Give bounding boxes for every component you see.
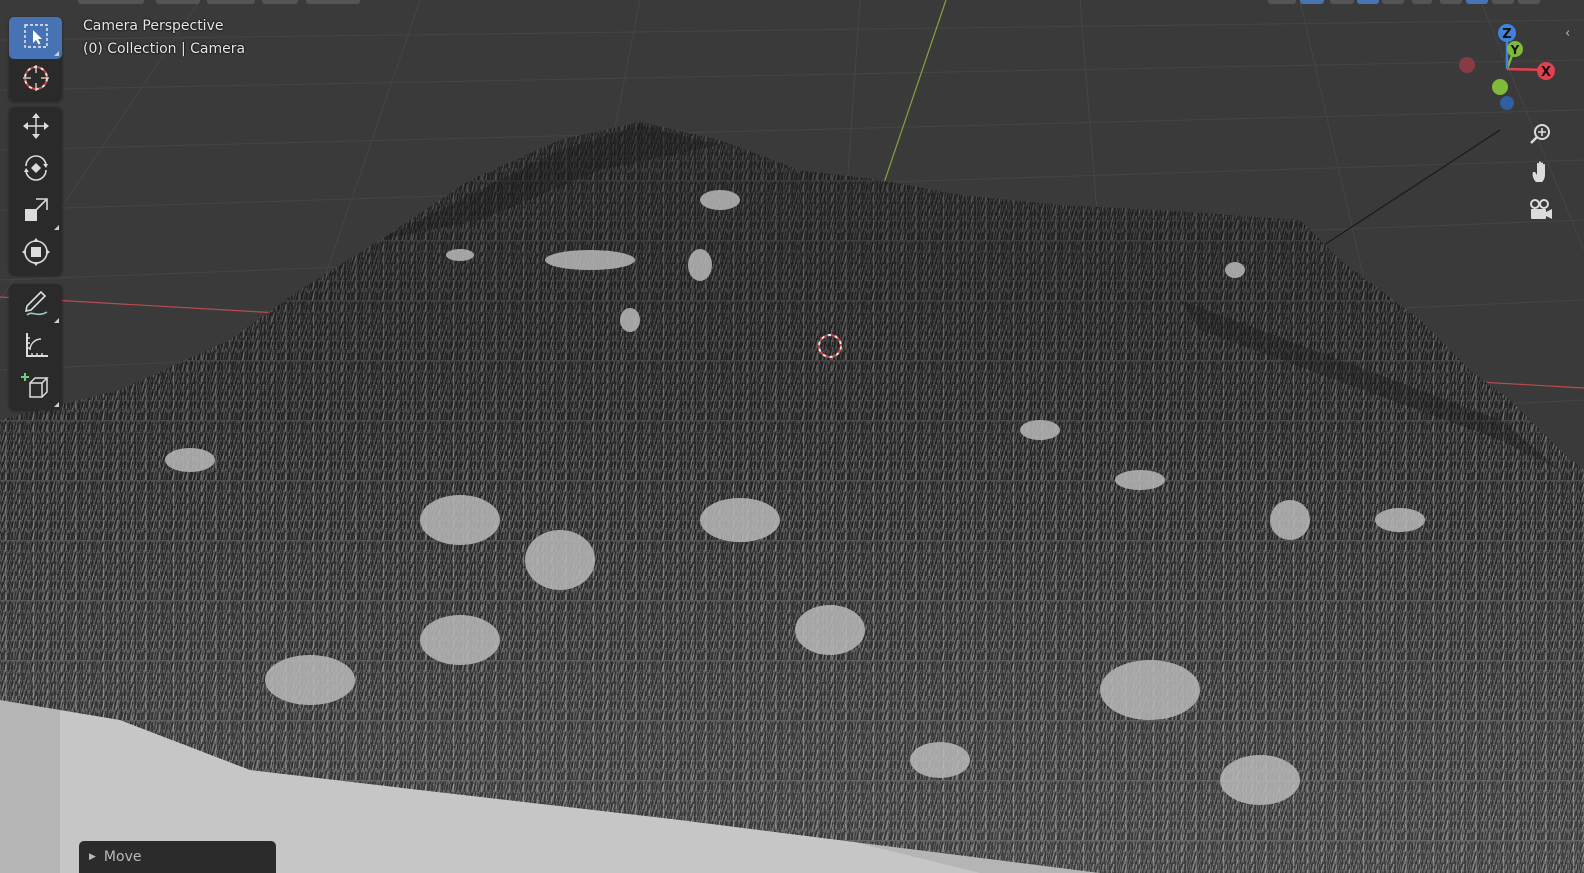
header-fragment (1330, 0, 1354, 4)
viewport-collection-info: (0) Collection | Camera (83, 41, 246, 57)
tool-cursor[interactable] (9, 59, 62, 101)
zoom-icon (1529, 122, 1553, 150)
operator-label: Move (103, 849, 142, 865)
header-fragment (1382, 0, 1404, 4)
hand-icon (1529, 160, 1553, 188)
header-fragment (1300, 0, 1324, 4)
tool-scale[interactable] (9, 191, 62, 233)
move-icon (21, 111, 51, 145)
camera-icon (1528, 198, 1554, 226)
tool-transform[interactable] (9, 233, 62, 275)
tool-measure[interactable] (9, 326, 62, 368)
scale-icon (22, 196, 50, 228)
sidebar-toggle-icon[interactable]: ‹ (1565, 26, 1570, 41)
last-operator-panel[interactable]: ▶ Move (79, 841, 276, 873)
gizmo-z[interactable]: Z (1498, 24, 1516, 42)
expand-triangle-icon: ▶ (89, 852, 96, 862)
3d-viewport[interactable]: Camera Perspective (0) Collection | Came… (0, 0, 1584, 873)
toolbar-group-select (9, 17, 62, 101)
tool-select-box[interactable] (9, 17, 62, 59)
header-fragment (207, 0, 255, 4)
cursor-icon (21, 63, 51, 97)
tool-rotate[interactable] (9, 149, 62, 191)
header-fragment (156, 0, 200, 4)
gizmo-z-label: Z (1502, 27, 1511, 42)
gizmo-neg-z[interactable] (1500, 96, 1514, 110)
tool-move[interactable] (9, 107, 62, 149)
navigation-gizmo[interactable]: X Y Z (1450, 20, 1584, 120)
header-fragment (1518, 0, 1540, 4)
gizmo-y-label: Y (1510, 43, 1520, 57)
header-fragment (1466, 0, 1488, 4)
measure-icon (21, 330, 51, 364)
add-cube-icon (20, 371, 52, 407)
toolbar-group-transform (9, 107, 62, 275)
header-fragment (1268, 0, 1296, 4)
header-fragment (262, 0, 298, 4)
pan-button[interactable] (1522, 155, 1560, 193)
transform-icon (21, 237, 51, 271)
annotate-icon (21, 288, 51, 322)
header-fragment (1492, 0, 1514, 4)
gizmo-y[interactable]: Y (1507, 41, 1523, 57)
camera-view-button[interactable] (1522, 193, 1560, 231)
header-fragment (306, 0, 360, 4)
viewport-title: Camera Perspective (83, 18, 224, 34)
gizmo-x[interactable]: X (1537, 62, 1555, 80)
zoom-button[interactable] (1522, 117, 1560, 155)
gizmo-neg-x[interactable] (1459, 57, 1475, 73)
viewport-scene (0, 0, 1584, 873)
header-fragment (1440, 0, 1462, 4)
tool-add-cube[interactable] (9, 368, 62, 410)
header-fragment (1357, 0, 1379, 4)
select-box-icon (23, 23, 49, 53)
gizmo-neg-y[interactable] (1492, 79, 1508, 95)
rotate-icon (21, 153, 51, 187)
header-fragment (1412, 0, 1432, 4)
tool-annotate[interactable] (9, 284, 62, 326)
toolbar-group-annotate (9, 284, 62, 410)
header-fragment (78, 0, 144, 4)
gizmo-x-label: X (1541, 65, 1551, 80)
